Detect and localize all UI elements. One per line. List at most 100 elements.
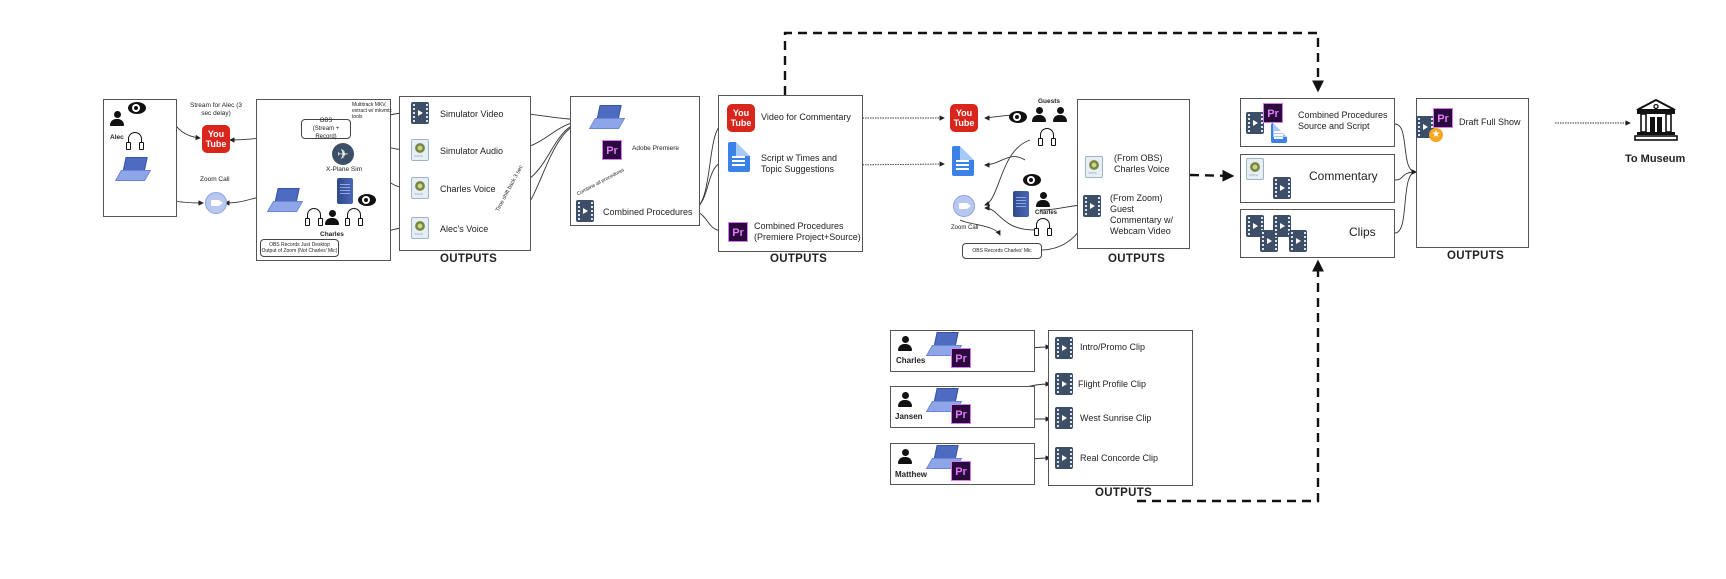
stream-label: Stream for Alec (3 sec delay): [189, 102, 243, 117]
video-file-icon: [1055, 407, 1073, 429]
outputs-title-3: OUTPUTS: [1108, 253, 1166, 265]
link-clips-to-draft: [1394, 169, 1417, 234]
google-doc-icon: [952, 146, 974, 176]
output-charles-voice: Charles Voice: [440, 184, 496, 194]
eye-icon: [128, 102, 146, 114]
draft-full-show-label: Draft Full Show: [1459, 117, 1521, 127]
eye-icon: [1023, 174, 1041, 186]
outputs-title-4: OUTPUTS: [1447, 250, 1505, 262]
eye-icon: [358, 194, 376, 206]
laptop-icon: [114, 157, 152, 181]
alec-label: Alec: [110, 134, 124, 141]
dashed-link-commentary: [1189, 169, 1235, 182]
link-commentary-to-draft: [1394, 169, 1417, 181]
wav-file-icon: [411, 177, 429, 199]
video-file-icon: [1246, 112, 1264, 134]
clip-west-sunrise: West Sunrise Clip: [1080, 413, 1152, 423]
video-file-icon: [1055, 447, 1073, 469]
dashed-link-top: [783, 31, 1324, 95]
laptop-icon: [588, 105, 626, 129]
connector-layer: [139, 31, 1631, 503]
assembly-clips-label: Clips: [1349, 225, 1376, 239]
editor-name-matthew: Matthew: [895, 470, 927, 479]
link-source-to-draft: [1394, 123, 1417, 175]
obs-node: OBS (Stream + Record): [301, 118, 351, 140]
premiere-icon: Pr: [728, 222, 748, 242]
adobe-premiere-label: Adobe Premiere: [632, 145, 679, 152]
headset-icon: [1034, 218, 1052, 236]
charles-label-2: Charles: [1035, 210, 1058, 216]
premiere-icon: Pr: [602, 140, 622, 160]
wav-file-icon: [411, 139, 429, 161]
guests-label: Guests: [1038, 98, 1061, 105]
google-doc-icon: [1271, 123, 1287, 143]
eye-icon: [1009, 111, 1027, 123]
person-icon: [898, 336, 912, 352]
person-icon: [1053, 107, 1067, 123]
wav-file-icon: [411, 217, 429, 239]
assembly-commentary-label: Commentary: [1309, 169, 1378, 183]
star-badge-icon: ★: [1429, 128, 1443, 142]
clip-real-concorde: Real Concorde Clip: [1080, 453, 1159, 463]
youtube-icon: You Tube: [950, 104, 978, 132]
combined-procedures-label: Combined Procedures: [603, 207, 693, 217]
output-simulator-video: Simulator Video: [440, 109, 504, 119]
obs-records-charles-note: OBS Records Charles' Mic: [962, 243, 1042, 259]
airplane-icon: ✈: [332, 143, 354, 165]
premiere-icon: Pr: [951, 461, 971, 481]
clip-flight-profile: Flight Profile Clip: [1078, 379, 1147, 389]
output-charles-voice-obs: (From OBS) Charles Voice: [1114, 153, 1170, 174]
video-file-icon: [1273, 177, 1291, 199]
outputs-title-2: OUTPUTS: [770, 253, 828, 265]
zoom-icon: [953, 195, 975, 217]
outputs-title-clips: OUTPUTS: [1095, 487, 1153, 499]
person-icon: [1032, 107, 1046, 123]
museum-icon: [1634, 98, 1678, 141]
zoom-call-label: Zoom Call: [200, 176, 230, 183]
wav-file-icon: [1246, 158, 1264, 180]
server-icon: [1013, 191, 1029, 217]
headset-icon: [126, 132, 144, 150]
person-icon: [1036, 192, 1050, 208]
premiere-icon: Pr: [951, 348, 971, 368]
zoom-call-label-2: Zoom Call: [951, 225, 979, 231]
person-icon: [898, 392, 912, 408]
clip-intro-promo: Intro/Promo Clip: [1080, 342, 1146, 352]
google-doc-icon: [728, 142, 750, 172]
editor-name-charles: Charles: [896, 356, 926, 365]
outputs-title-1: OUTPUTS: [440, 253, 498, 265]
wav-file-icon: [1085, 156, 1103, 178]
output-alecs-voice: Alec's Voice: [440, 224, 489, 234]
link-script-to-doc: [849, 161, 945, 167]
output-video-for-commentary: Video for Commentary: [761, 112, 851, 122]
charles-label: Charles: [320, 231, 344, 238]
output-simulator-audio: Simulator Audio: [440, 146, 504, 156]
link-guest-eye-to-doc: [984, 156, 1026, 168]
zoom-icon: [205, 192, 227, 214]
video-file-icon: [1055, 373, 1073, 395]
video-file-icon: [576, 200, 594, 222]
video-file-icon: [1083, 195, 1101, 217]
youtube-icon: You Tube: [727, 104, 755, 132]
headset-icon: [1038, 128, 1056, 146]
person-icon: [898, 449, 912, 465]
assembly-source-label: Combined Procedures Source and Script: [1298, 110, 1388, 131]
laptop-icon: [266, 188, 304, 212]
editor-name-jansen: Jansen: [895, 412, 923, 421]
output-combined-procedures: Combined Procedures (Premiere Project+So…: [754, 221, 861, 242]
headset-icon: [305, 208, 323, 226]
video-file-icon: [1289, 230, 1307, 252]
person-icon: [325, 210, 339, 226]
premiere-icon: Pr: [1263, 103, 1283, 123]
multitrack-note: Multitrack MKV, extract w/ mkvmix tools: [352, 102, 392, 120]
xplane-label: X-Plane Sim: [326, 166, 363, 173]
to-museum-label: To Museum: [1625, 153, 1686, 165]
person-icon: [110, 111, 124, 127]
server-icon: [337, 178, 353, 204]
obs-records-note: OBS Records Just Desktop Output of Zoom …: [260, 239, 339, 257]
headset-icon: [345, 208, 363, 226]
video-file-icon: [411, 102, 429, 124]
output-script: Script w Times and Topic Suggestions: [761, 153, 838, 174]
premiere-icon: Pr: [1433, 108, 1453, 128]
premiere-icon: Pr: [951, 404, 971, 424]
